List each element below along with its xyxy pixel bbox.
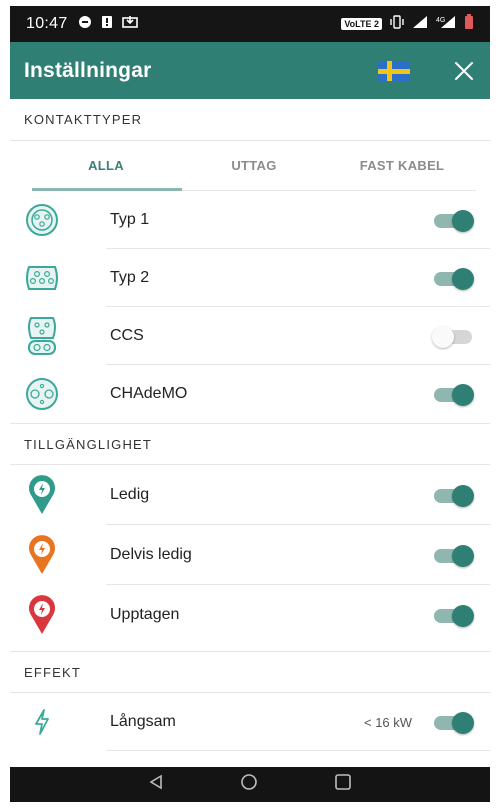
list-item-typ2[interactable]: Typ 2	[10, 249, 490, 307]
tab-uttag[interactable]: UTTAG	[180, 141, 328, 190]
signal-icon	[412, 15, 428, 34]
list-item-delvis-ledig[interactable]: Delvis ledig	[10, 525, 490, 585]
toggle-delvis-ledig[interactable]	[432, 543, 474, 567]
vibrate-icon	[390, 14, 404, 34]
recents-nav-button[interactable]	[334, 773, 352, 796]
toggle-ledig[interactable]	[432, 483, 474, 507]
list-item-langsam[interactable]: Långsam < 16 kW	[10, 693, 490, 751]
contact-tabs: ALLA UTTAG FAST KABEL	[32, 141, 476, 191]
swedish-flag-icon[interactable]	[378, 60, 410, 81]
back-triangle-icon	[149, 774, 162, 790]
app-bar: Inställningar	[10, 42, 490, 99]
item-label: CCS	[110, 327, 144, 344]
item-label: Delvis ledig	[110, 546, 192, 563]
lightning-outline-icon	[22, 702, 62, 742]
network-badge: VoLTE 2	[341, 18, 382, 30]
section-header-contacts: KONTAKTTYPER	[10, 99, 490, 141]
toggle-typ1[interactable]	[432, 208, 474, 232]
recents-square-icon	[335, 774, 351, 790]
home-circle-icon	[241, 774, 257, 790]
home-nav-button[interactable]	[240, 773, 258, 796]
chat-bubble-icon	[78, 15, 92, 34]
toggle-typ2[interactable]	[432, 266, 474, 290]
status-time: 10:47	[26, 15, 68, 32]
item-label: Typ 1	[110, 211, 150, 228]
list-item-chademo[interactable]: CHAdeMO	[10, 365, 490, 423]
toggle-upptagen[interactable]	[432, 603, 474, 627]
item-label: Typ 2	[110, 269, 150, 286]
connector-type1-icon	[22, 200, 62, 240]
item-label: Ledig	[110, 486, 150, 503]
svg-text:4G: 4G	[436, 17, 445, 24]
list-item-ccs[interactable]: CCS	[10, 307, 490, 365]
tab-fast-kabel[interactable]: FAST KABEL	[328, 141, 476, 190]
battery-icon	[464, 13, 474, 35]
item-label: Långsam	[110, 713, 176, 730]
item-label: CHAdeMO	[110, 385, 188, 402]
pin-partial-icon	[22, 535, 62, 575]
item-label: Upptagen	[110, 606, 180, 623]
alert-icon	[101, 15, 113, 34]
close-button[interactable]	[450, 57, 478, 85]
toggle-ccs[interactable]	[432, 324, 474, 348]
settings-screen: 10:47 VoLTE 2 4G Inställningar KONTAKTTY…	[10, 6, 490, 802]
list-item-typ1[interactable]: Typ 1	[10, 191, 490, 249]
section-header-effect: EFFEKT	[10, 651, 490, 693]
lightning-icon	[22, 760, 62, 767]
settings-list: KONTAKTTYPER ALLA UTTAG FAST KABEL Typ 1	[10, 99, 490, 767]
tab-alla[interactable]: ALLA	[32, 141, 180, 190]
back-nav-button[interactable]	[148, 774, 164, 795]
toggle-chademo[interactable]	[432, 382, 474, 406]
toggle-langsam[interactable]	[432, 710, 474, 734]
navigation-bar	[10, 767, 490, 802]
pin-occupied-icon	[22, 595, 62, 635]
list-item-upptagen[interactable]: Upptagen	[10, 585, 490, 645]
connector-type2-icon	[22, 258, 62, 298]
status-bar: 10:47 VoLTE 2 4G	[10, 6, 490, 42]
pin-available-icon	[22, 475, 62, 515]
page-title: Inställningar	[24, 58, 152, 82]
power-range-label: < 16 kW	[364, 714, 413, 730]
list-item-partial[interactable]	[10, 751, 490, 767]
close-icon	[455, 61, 473, 80]
download-icon	[121, 15, 140, 34]
connector-chademo-icon	[22, 374, 62, 414]
section-header-availability: TILLGÄNGLIGHET	[10, 423, 490, 465]
list-item-ledig[interactable]: Ledig	[10, 465, 490, 525]
connector-ccs-icon	[22, 316, 62, 356]
signal-4g-icon: 4G	[436, 15, 456, 34]
